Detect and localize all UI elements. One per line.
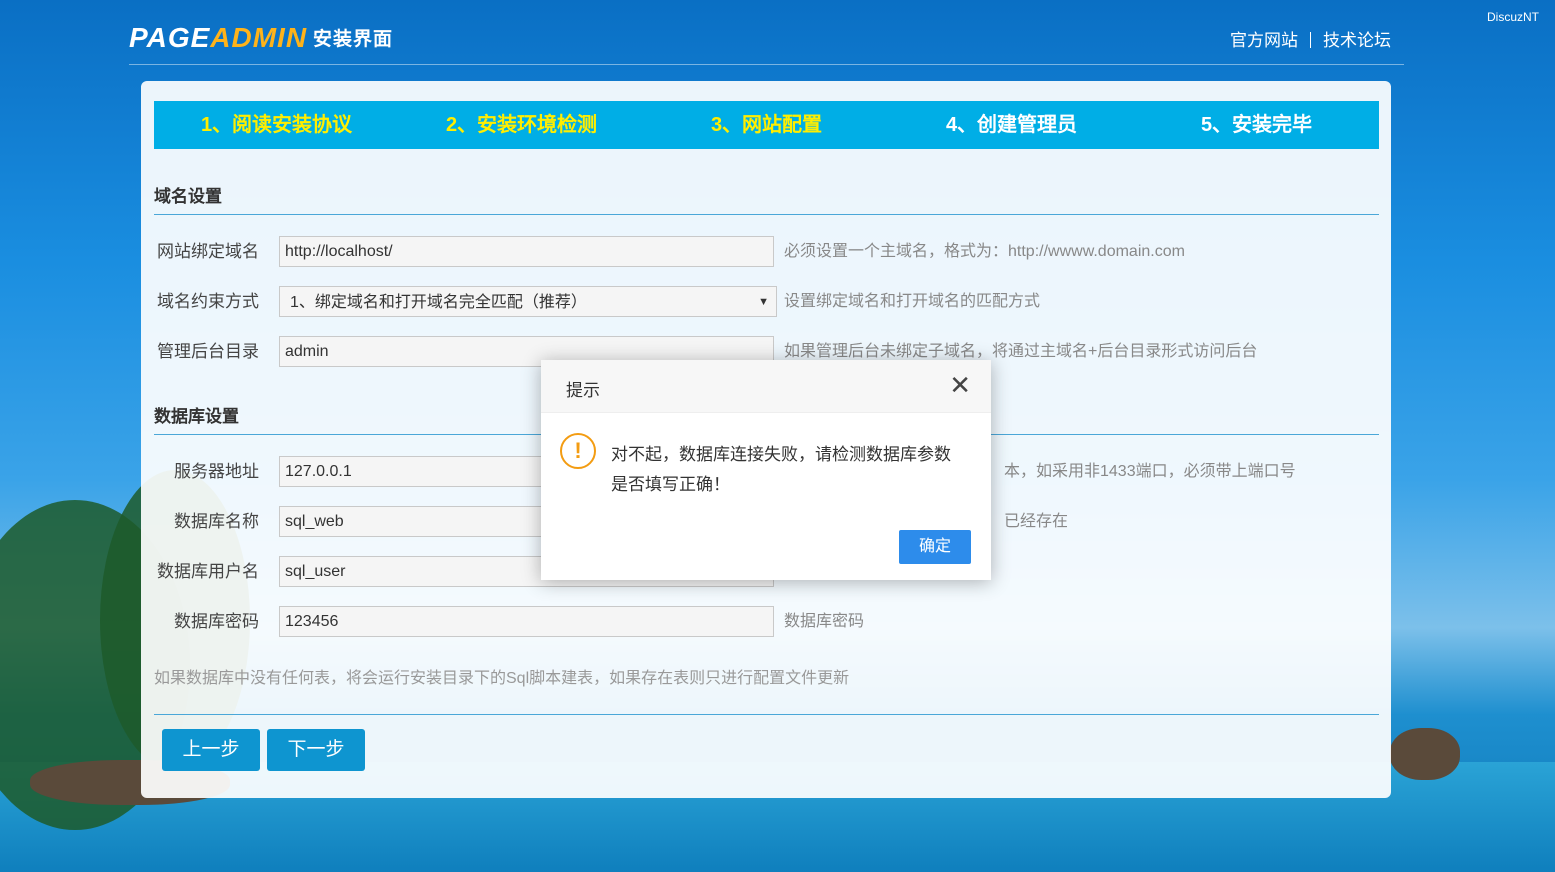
step-4: 4、创建管理员 — [945, 114, 1078, 136]
domain-section-title: 域名设置 — [154, 187, 222, 206]
logo-subtitle: 安装界面 — [313, 29, 394, 50]
admin-dir-label: 管理后台目录 — [157, 342, 259, 361]
db-note: 如果数据库中没有任何表，将会运行安装目录下的Sql脚本建表，如果存在表则只进行配… — [154, 670, 850, 687]
dropdown-arrow-icon: ▼ — [758, 296, 769, 308]
close-icon[interactable]: ✕ — [949, 372, 971, 398]
db-server-hint: 本，如采用非1433端口，必须带上端口号 — [1004, 463, 1296, 480]
dialog-header: 提示 ✕ — [541, 360, 991, 413]
db-password-label: 数据库密码 — [174, 612, 259, 631]
db-server-label: 服务器地址 — [174, 462, 259, 481]
domain-match-row: 域名约束方式 1、绑定域名和打开域名完全匹配（推荐） ▼ 设置绑定域名和打开域名… — [154, 286, 1379, 318]
domain-match-label: 域名约束方式 — [157, 292, 259, 311]
db-password-hint: 数据库密码 — [784, 613, 865, 630]
db-password-row: 数据库密码 123456 数据库密码 — [154, 606, 1379, 638]
db-section-title: 数据库设置 — [154, 407, 239, 426]
forum-link[interactable]: 技术论坛 — [1323, 31, 1391, 50]
domain-hint: 必须设置一个主域名，格式为：http://wwww.domain.com — [784, 243, 1185, 260]
top-links: 官方网站 技术论坛 — [1230, 26, 1391, 51]
step-5: 5、安装完毕 — [1200, 114, 1313, 136]
domain-input[interactable]: http://localhost/ — [279, 236, 774, 267]
db-name-label: 数据库名称 — [174, 512, 259, 531]
dialog-message: 对不起，数据库连接失败，请检测数据库参数是否填写正确！ — [611, 445, 951, 494]
bottom-rule — [154, 714, 1379, 715]
link-divider — [1310, 32, 1311, 48]
next-button[interactable]: 下一步 — [267, 729, 365, 771]
domain-section-rule — [154, 214, 1379, 215]
step-2: 2、安装环境检测 — [445, 114, 598, 136]
warning-icon: ! — [560, 433, 596, 469]
dialog-title: 提示 — [566, 381, 600, 400]
logo: PAGEADMIN 安装界面 — [129, 22, 393, 54]
step-3: 3、网站配置 — [710, 114, 823, 136]
rock-right — [1390, 728, 1460, 780]
domain-match-value: 1、绑定域名和打开域名完全匹配（推荐） — [290, 294, 587, 311]
step-bar: 1、阅读安装协议 2、安装环境检测 3、网站配置 4、创建管理员 5、安装完毕 — [154, 101, 1379, 149]
db-password-input[interactable]: 123456 — [279, 606, 774, 637]
domain-match-select[interactable]: 1、绑定域名和打开域名完全匹配（推荐） ▼ — [279, 286, 777, 317]
alert-dialog: 提示 ✕ ! 对不起，数据库连接失败，请检测数据库参数是否填写正确！ 确定 — [541, 360, 991, 580]
step-1: 1、阅读安装协议 — [200, 114, 353, 136]
ok-button[interactable]: 确定 — [899, 530, 971, 564]
domain-label: 网站绑定域名 — [157, 242, 259, 261]
logo-admin: ADMIN — [210, 22, 308, 53]
logo-page: PAGE — [129, 22, 211, 53]
domain-row: 网站绑定域名 http://localhost/ 必须设置一个主域名，格式为：h… — [154, 236, 1379, 268]
header: PAGEADMIN 安装界面 官方网站 技术论坛 — [129, 22, 1404, 65]
domain-match-hint: 设置绑定域名和打开域名的匹配方式 — [784, 293, 1041, 310]
watermark: DiscuzNT — [1486, 10, 1539, 24]
official-site-link[interactable]: 官方网站 — [1230, 31, 1298, 50]
db-user-label: 数据库用户名 — [157, 562, 259, 581]
prev-button[interactable]: 上一步 — [162, 729, 260, 771]
db-name-hint: 已经存在 — [1004, 513, 1069, 530]
